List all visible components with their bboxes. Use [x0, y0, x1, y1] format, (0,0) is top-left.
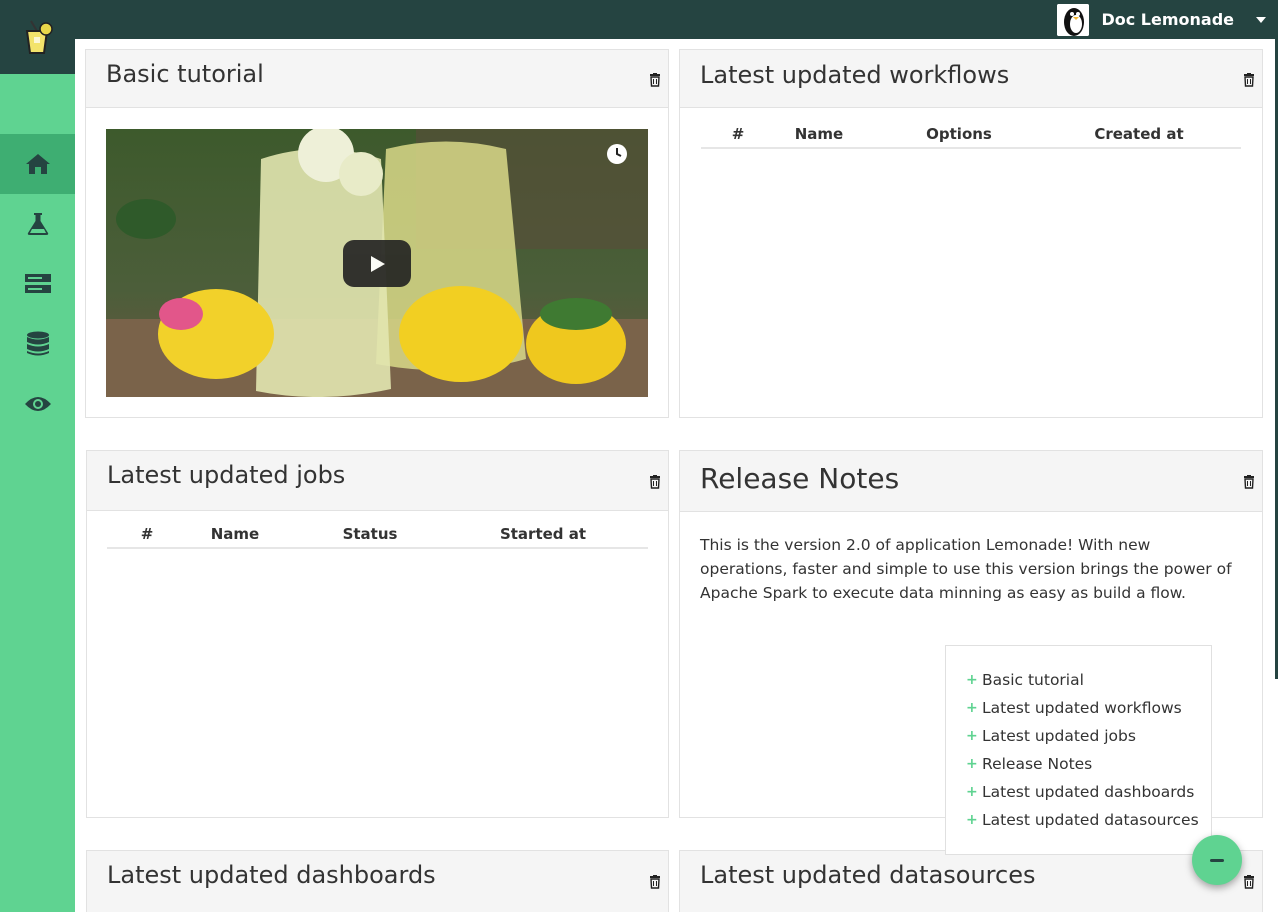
trash-icon[interactable] [1242, 475, 1256, 489]
widget-menu-item[interactable]: + Latest updated datasources [946, 806, 1211, 834]
panel-title: Latest updated jobs [107, 461, 346, 489]
minus-icon [1210, 858, 1224, 862]
lemonade-logo-icon [25, 20, 53, 54]
panel-header: Latest updated workflows [680, 50, 1262, 108]
widget-menu-item[interactable]: + Release Notes [946, 750, 1211, 778]
widget-menu-item[interactable]: + Latest updated jobs [946, 722, 1211, 750]
panel-title: Latest updated dashboards [107, 861, 436, 889]
plus-icon: + [966, 728, 978, 744]
eye-icon [24, 397, 51, 411]
trash-icon[interactable] [1242, 875, 1256, 889]
user-menu[interactable]: Doc Lemonade [1057, 3, 1266, 36]
plus-icon: + [966, 756, 978, 772]
avatar [1057, 3, 1090, 36]
column-header[interactable]: Name [187, 525, 283, 547]
flask-icon [27, 213, 48, 235]
panel-latest-workflows: Latest updated workflows # Name Options … [679, 49, 1263, 418]
column-header[interactable]: # [701, 125, 775, 147]
chevron-down-icon[interactable] [1256, 16, 1266, 23]
play-icon [371, 255, 385, 272]
widget-menu-label: Latest updated datasources [982, 811, 1199, 829]
watch-later-icon[interactable] [606, 143, 628, 165]
column-header[interactable]: Options [863, 125, 1055, 147]
panel-latest-datasources: Latest updated datasources [679, 850, 1263, 912]
jobs-table-header: # Name Status Started at [107, 525, 648, 549]
trash-icon[interactable] [648, 73, 662, 87]
collapse-widget-menu-button[interactable] [1192, 835, 1242, 885]
app-logo[interactable] [0, 0, 75, 74]
panel-header: Latest updated jobs [87, 451, 668, 511]
column-header[interactable]: Name [775, 125, 863, 147]
trash-icon[interactable] [648, 875, 662, 889]
panel-header: Latest updated datasources [680, 851, 1262, 912]
top-bar: Doc Lemonade [75, 0, 1278, 39]
panel-title: Release Notes [700, 462, 900, 495]
widget-menu-item[interactable]: + Basic tutorial [946, 666, 1211, 694]
plus-icon: + [966, 700, 978, 716]
plus-icon: + [966, 672, 978, 688]
trash-icon[interactable] [648, 475, 662, 489]
database-icon [26, 331, 49, 356]
widget-menu-label: Release Notes [982, 755, 1093, 773]
plus-icon: + [966, 812, 978, 828]
home-icon [25, 154, 50, 174]
penguin-avatar-icon [1057, 3, 1090, 36]
workflows-table-header: # Name Options Created at [701, 125, 1241, 149]
server-icon [24, 274, 51, 293]
sidebar-item-visualizations[interactable] [0, 374, 75, 434]
panel-title: Latest updated workflows [700, 61, 1010, 89]
panel-basic-tutorial: Basic tutorial [85, 49, 669, 418]
sidebar-item-servers[interactable] [0, 254, 75, 314]
widget-menu-label: Latest updated workflows [982, 699, 1182, 717]
plus-icon: + [966, 784, 978, 800]
sidebar-item-experiments[interactable] [0, 194, 75, 254]
column-header[interactable]: # [107, 525, 187, 547]
panel-title: Latest updated datasources [700, 861, 1036, 889]
sidebar-item-datasources[interactable] [0, 314, 75, 374]
widget-menu-label: Basic tutorial [982, 671, 1084, 689]
sidebar [0, 0, 75, 912]
tutorial-video[interactable] [106, 129, 648, 397]
user-name: Doc Lemonade [1101, 10, 1234, 29]
panel-header: Release Notes [680, 451, 1262, 512]
play-button[interactable] [343, 240, 411, 287]
column-header[interactable]: Status [283, 525, 457, 547]
panel-latest-jobs: Latest updated jobs # Name Status Starte… [86, 450, 669, 818]
widget-menu-label: Latest updated jobs [982, 727, 1136, 745]
widget-menu: + Basic tutorial + Latest updated workflow… [945, 645, 1212, 855]
panel-header: Latest updated dashboards [87, 851, 668, 912]
widget-menu-label: Latest updated dashboards [982, 783, 1195, 801]
release-notes-text: This is the version 2.0 of application L… [700, 536, 1232, 602]
trash-icon[interactable] [1242, 73, 1256, 87]
widget-menu-item[interactable]: + Latest updated workflows [946, 694, 1211, 722]
column-header[interactable]: Started at [457, 525, 629, 547]
panel-latest-dashboards: Latest updated dashboards [86, 850, 669, 912]
panel-title: Basic tutorial [106, 60, 264, 88]
column-header[interactable]: Created at [1055, 125, 1223, 147]
widget-menu-item[interactable]: + Latest updated dashboards [946, 778, 1211, 806]
sidebar-item-home[interactable] [0, 134, 75, 194]
panel-header: Basic tutorial [86, 50, 668, 108]
